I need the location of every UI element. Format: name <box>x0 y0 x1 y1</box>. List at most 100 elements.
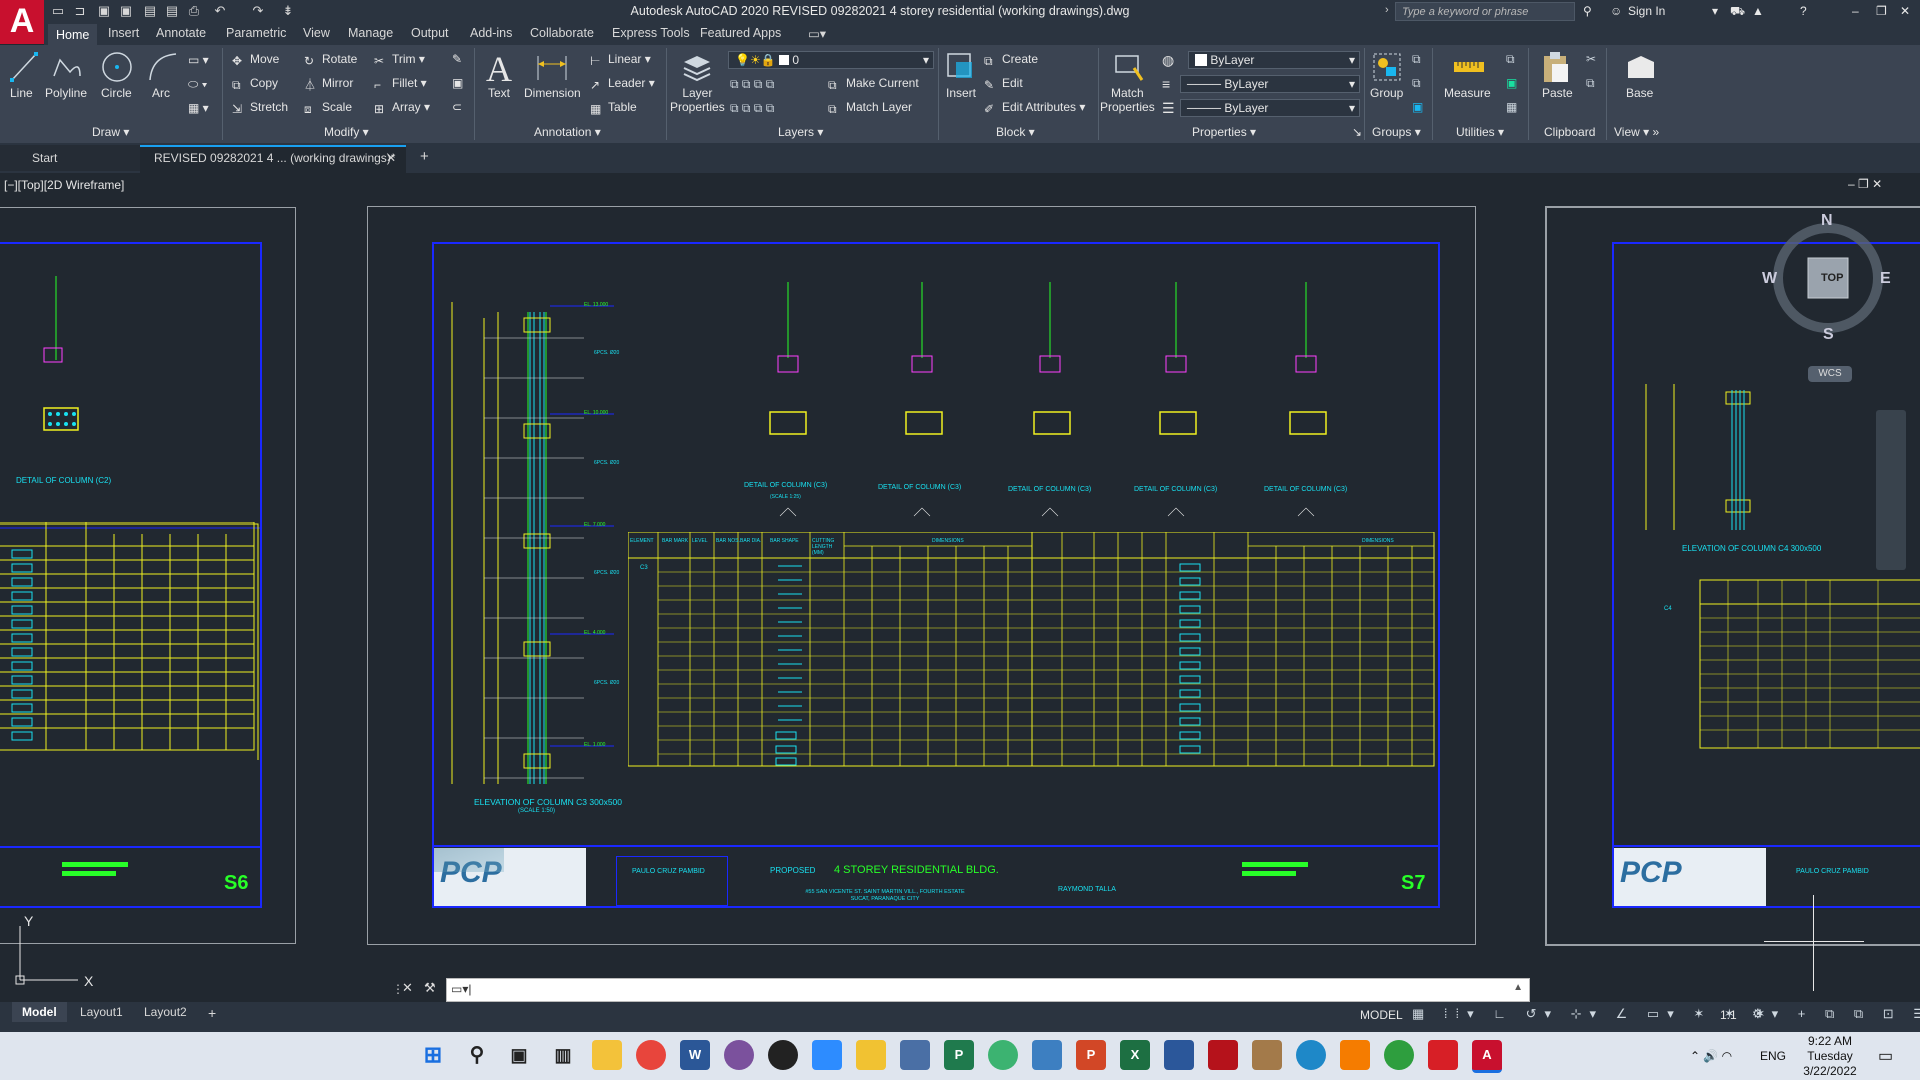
undo-icon[interactable]: ↶ <box>212 3 228 19</box>
new-file-icon[interactable]: ▭ <box>50 3 66 19</box>
move-button[interactable]: ✥ Move <box>232 52 279 68</box>
edit-block-button[interactable]: ✎ Edit <box>984 76 1023 92</box>
add-layout-icon[interactable]: + <box>208 1005 216 1021</box>
notification-icon[interactable]: ▭ <box>1878 1046 1893 1066</box>
obs-icon[interactable] <box>768 1040 798 1070</box>
properties-launcher-icon[interactable]: ↘ <box>1352 125 1362 139</box>
circle-icon[interactable] <box>100 50 134 84</box>
command-input[interactable]: ▭▾| ▲ <box>446 978 1530 1002</box>
tab-collaborate[interactable]: Collaborate <box>530 26 594 40</box>
tab-parametric[interactable]: Parametric <box>226 26 286 40</box>
view-panel-title[interactable]: View ▾ » <box>1614 125 1659 139</box>
text-button[interactable]: Text <box>488 86 510 100</box>
select-all-icon[interactable]: ▣ <box>1506 76 1517 90</box>
calculator-icon[interactable]: ▦ <box>1506 100 1517 114</box>
files-icon[interactable] <box>1340 1040 1370 1070</box>
sticky-notes-icon[interactable] <box>856 1040 886 1070</box>
paste-icon[interactable] <box>1540 50 1572 84</box>
status-tools[interactable]: ⚙▾ + ⧉ ⧉ ⊡ ☰ <box>1752 1006 1920 1022</box>
tab-annotate[interactable]: Annotate <box>156 26 206 40</box>
save-web-icon[interactable]: ▤ <box>164 3 180 19</box>
command-customize-icon[interactable]: ⚒ <box>424 980 436 996</box>
group-selection-icon[interactable]: ▣ <box>1412 100 1423 114</box>
vpn-icon[interactable] <box>1384 1040 1414 1070</box>
hatch-icon[interactable]: ▦ ▾ <box>188 101 209 115</box>
save-icon[interactable]: ▣ <box>96 3 112 19</box>
edit-attributes-button[interactable]: ✐ Edit Attributes ▾ <box>984 100 1085 116</box>
new-tab-icon[interactable]: + <box>420 148 429 165</box>
tab-featured-apps[interactable]: Featured Apps <box>700 26 781 40</box>
tab-home[interactable]: Home <box>48 24 98 46</box>
polyline-icon[interactable] <box>50 50 84 84</box>
zoom-icon[interactable] <box>812 1040 842 1070</box>
tab-view[interactable]: View <box>303 26 330 40</box>
tab-express-tools[interactable]: Express Tools <box>612 26 690 40</box>
autocad-taskbar-icon[interactable]: A <box>1472 1040 1502 1073</box>
open-folder-icon[interactable]: ⊐ <box>72 3 88 19</box>
minimize-icon[interactable]: – <box>1852 4 1859 18</box>
customize-qat-icon[interactable]: ⇟ <box>280 3 296 19</box>
command-history-icon[interactable]: ▲ <box>1513 982 1523 993</box>
dimension-icon[interactable] <box>534 52 570 84</box>
line-button[interactable]: Line <box>10 86 33 100</box>
word-icon[interactable]: W <box>680 1040 710 1070</box>
user-icon[interactable]: ☺ <box>1610 4 1622 18</box>
erase-icon[interactable]: ✎ <box>452 52 462 66</box>
insert-block-icon[interactable] <box>942 50 976 84</box>
ungroup-icon[interactable]: ⧉ <box>1412 52 1421 67</box>
rotate-button[interactable]: ↻ Rotate <box>304 52 357 68</box>
paste-button[interactable]: Paste <box>1542 86 1573 100</box>
viewport-controls[interactable]: [−][Top][2D Wireframe] <box>4 178 124 192</box>
insert-button[interactable]: Insert <box>946 86 976 100</box>
tab-model[interactable]: Model <box>12 1002 67 1022</box>
arc-button[interactable]: Arc <box>152 86 170 100</box>
cart-icon[interactable]: ⛟ <box>1730 4 1745 20</box>
acrobat-icon[interactable] <box>1428 1040 1458 1070</box>
taskbar-search-icon[interactable]: ⚲ <box>462 1040 492 1070</box>
command-close-icon[interactable]: ✕ <box>402 980 413 996</box>
copy-clip-icon[interactable]: ⧉ <box>1586 76 1595 91</box>
redo-icon[interactable]: ↷ <box>250 3 266 19</box>
utilities-panel-title[interactable]: Utilities ▾ <box>1456 125 1504 139</box>
tab-layout2[interactable]: Layout2 <box>144 1005 187 1019</box>
calculator-app-icon[interactable] <box>900 1040 930 1070</box>
groups-panel-title[interactable]: Groups ▾ <box>1372 125 1421 139</box>
help-icon[interactable]: ? <box>1800 4 1807 18</box>
arc-icon[interactable] <box>146 50 180 84</box>
leader-button[interactable]: ↗ Leader ▾ <box>590 76 655 92</box>
viewcube-top[interactable]: TOP <box>1821 272 1843 284</box>
measure-button[interactable]: Measure <box>1444 86 1491 100</box>
command-prompt-icon[interactable]: ▭▾| <box>451 982 471 996</box>
connect-icon[interactable]: ▲ <box>1752 4 1764 18</box>
linear-dim-button[interactable]: ⊢ Linear ▾ <box>590 52 651 68</box>
viber-icon[interactable] <box>724 1040 754 1070</box>
group-button[interactable]: Group <box>1370 86 1403 100</box>
rectangle-icon[interactable]: ▭ ▾ <box>188 53 209 67</box>
make-current-button[interactable]: ⧉ Make Current <box>828 76 919 92</box>
circle-button[interactable]: Circle <box>101 86 132 100</box>
sketchup-icon[interactable] <box>1252 1040 1282 1070</box>
edge-icon[interactable] <box>1296 1040 1326 1070</box>
ellipse-icon[interactable]: ⬭ ▾ <box>188 77 207 92</box>
tab-add-ins[interactable]: Add-ins <box>470 26 512 40</box>
quick-select-icon[interactable]: ⧉ <box>1506 52 1515 67</box>
ribbon-display-icon[interactable]: ▭▾ <box>808 26 826 41</box>
block-panel-title[interactable]: Block ▾ <box>996 125 1035 139</box>
tab-insert[interactable]: Insert <box>108 26 139 40</box>
tab-start[interactable]: Start <box>32 151 57 165</box>
line-icon[interactable] <box>8 50 40 84</box>
cut-icon[interactable]: ✂ <box>1586 52 1596 66</box>
text-icon[interactable]: A <box>486 48 512 90</box>
lineweight-dropdown[interactable]: ──── ByLayer ▾ <box>1180 99 1360 117</box>
search-arrow-icon[interactable]: › <box>1385 4 1389 16</box>
polyline-button[interactable]: Polyline <box>45 86 87 100</box>
sign-in-dropdown-icon[interactable]: ▾ <box>1712 4 1718 18</box>
match-properties-button[interactable]: Match Properties <box>1100 86 1155 114</box>
viewcube-south[interactable]: S <box>1823 326 1834 344</box>
explode-icon[interactable]: ▣ <box>452 76 463 90</box>
create-block-button[interactable]: ⧉ Create <box>984 52 1038 68</box>
array-button[interactable]: ⊞ Array ▾ <box>374 100 430 116</box>
help-search-input[interactable]: Type a keyword or phrase <box>1395 2 1575 21</box>
save-as-icon[interactable]: ▣ <box>118 3 134 19</box>
measure-icon[interactable] <box>1452 54 1486 80</box>
